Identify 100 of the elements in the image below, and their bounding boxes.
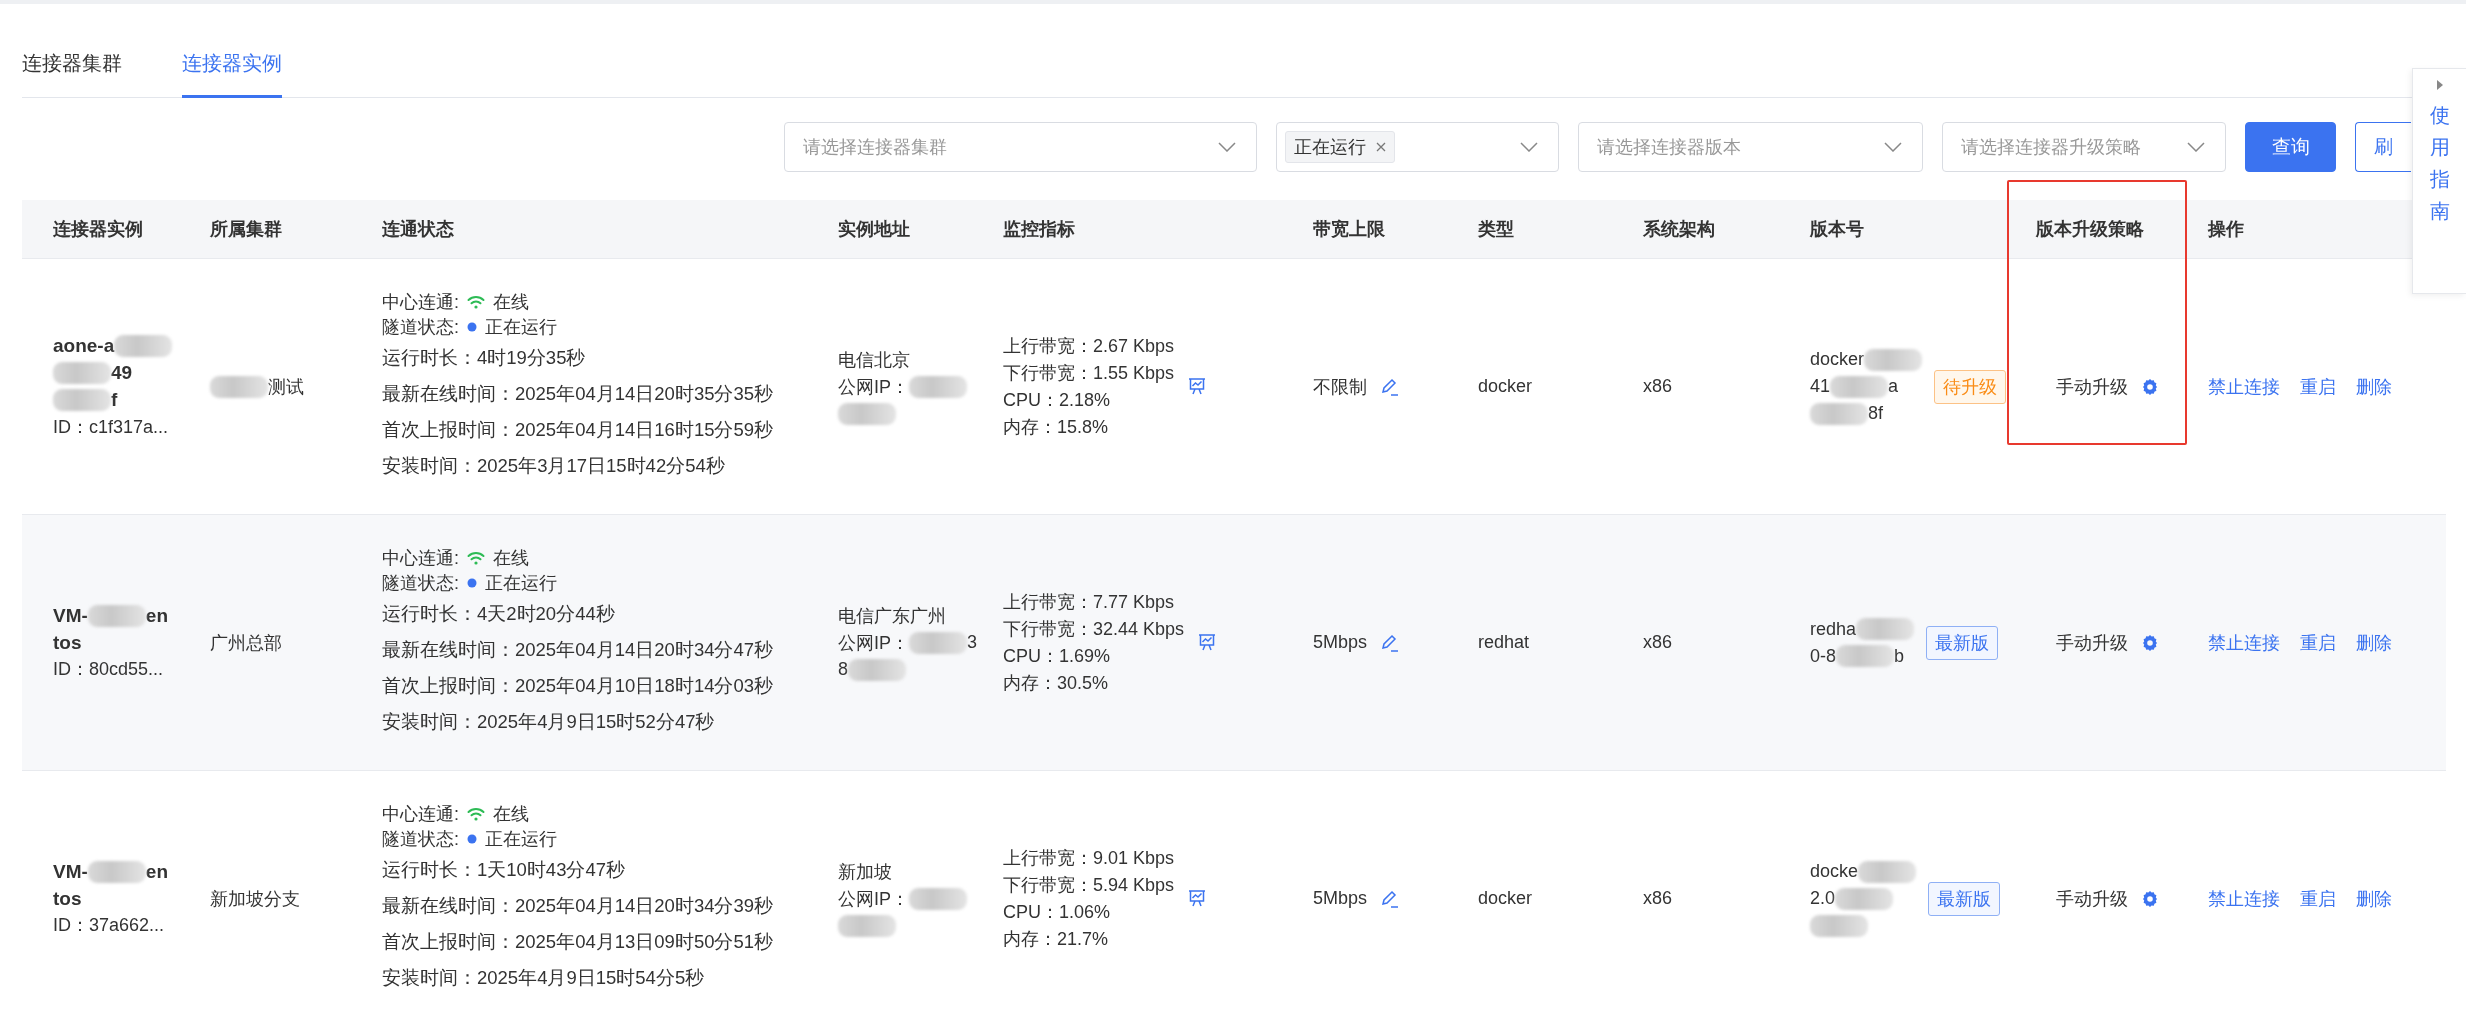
chart-icon[interactable] (1188, 890, 1207, 907)
settings-icon[interactable] (2142, 634, 2158, 651)
select-field[interactable]: 正在运行 (1276, 122, 1559, 172)
column-header: 系统架构 (1643, 218, 1715, 241)
address-text: 电信广东广州 (838, 604, 946, 628)
tab[interactable]: 连接器集群 (22, 50, 122, 98)
action-link[interactable]: 重启 (2300, 886, 2336, 911)
edit-icon[interactable] (1381, 633, 1400, 652)
action-link[interactable]: 删除 (2356, 630, 2392, 655)
column-header: 版本升级策略 (2036, 218, 2144, 241)
bandwidth-limit: 5Mbps (1313, 632, 1368, 653)
refresh-button[interactable]: 刷 (2355, 122, 2411, 172)
instance-id: ID：37a662... (53, 914, 166, 937)
chart-icon[interactable] (1188, 378, 1207, 395)
type-text: docker (1478, 376, 1533, 396)
address-text: 3 (967, 632, 977, 653)
close-icon[interactable] (1376, 142, 1386, 152)
bandwidth-limit: 不限制 (1313, 375, 1367, 399)
instance-name: aone-a (53, 335, 115, 357)
status-detail: 首次上报时间：2025年04月10日18时14分03秒 (382, 674, 775, 698)
action-link[interactable]: 禁止连接 (2208, 374, 2280, 399)
chart-icon[interactable] (1198, 634, 1217, 651)
column-header: 操作 (2208, 218, 2244, 241)
upgrade-policy: 手动升级 (2056, 375, 2128, 399)
status-detail: 最新在线时间：2025年04月14日20时34分39秒 (382, 894, 775, 918)
instance-name: tos (53, 887, 82, 910)
blurred-text (1810, 402, 1868, 425)
chevron-down-icon (1520, 142, 1538, 152)
metric-text: 下行带宽：32.44 Kbps (1003, 617, 1185, 641)
instance-name: f (111, 389, 118, 411)
version-badge: 最新版 (1926, 625, 1999, 660)
blurred-text (210, 375, 268, 398)
metric-text: 内存：15.8% (1003, 415, 1110, 439)
column-header: 连通状态 (382, 218, 454, 241)
action-link[interactable]: 禁止连接 (2208, 886, 2280, 911)
version-text: docker (1810, 349, 1865, 370)
blurred-text (909, 375, 967, 398)
blurred-text (1864, 348, 1923, 371)
arch-text: x86 (1643, 632, 1673, 652)
address-text: 公网IP： (838, 887, 909, 911)
arch-text: x86 (1643, 888, 1673, 908)
blurred-text (909, 887, 967, 910)
instance-id: ID：c1f317a... (53, 415, 170, 439)
edit-icon[interactable] (1381, 377, 1399, 396)
action-link[interactable]: 重启 (2300, 630, 2336, 655)
caret-right-icon[interactable] (2435, 79, 2444, 91)
address-text: 电信北京 (838, 348, 910, 372)
status-detail: 最新在线时间：2025年04月14日20时35分35秒 (382, 382, 775, 406)
column-header: 实例地址 (838, 218, 910, 241)
select-field[interactable]: 请选择连接器版本 (1578, 122, 1923, 172)
edit-icon[interactable] (1381, 889, 1400, 908)
action-link[interactable]: 禁止连接 (2208, 630, 2280, 655)
action-link[interactable]: 删除 (2356, 374, 2392, 399)
cluster-name: 测试 (268, 375, 304, 399)
status-detail: 安装时间：2025年3月17日15时42分54秒 (382, 454, 726, 478)
status-label: 隧道状态: (382, 828, 459, 851)
status-label: 中心连通: (382, 291, 459, 314)
select-field[interactable]: 请选择连接器升级策略 (1942, 122, 2226, 172)
blurred-text (838, 914, 896, 937)
upgrade-policy: 手动升级 (2056, 631, 2128, 655)
version-text: redha (1810, 618, 1857, 640)
metric-text: 内存：30.5% (1003, 671, 1110, 695)
settings-icon[interactable] (2142, 378, 2158, 395)
address-text: 公网IP： (838, 631, 909, 655)
metric-text: 上行带宽：2.67 Kbps (1003, 334, 1175, 358)
settings-icon[interactable] (2142, 890, 2158, 907)
status-detail: 运行时长：4天2时20分44秒 (382, 602, 616, 626)
address-text: 公网IP： (838, 375, 909, 399)
version-badge: 最新版 (1928, 881, 2001, 916)
instance-name: VM- (53, 604, 88, 627)
query-button[interactable]: 查询 (2245, 122, 2336, 172)
action-link[interactable]: 重启 (2300, 374, 2336, 399)
blurred-text (909, 631, 967, 654)
blurred-text (87, 604, 146, 627)
filter-tag: 正在运行 (1285, 131, 1395, 163)
instance-name: en (145, 860, 168, 883)
version-text: b (1894, 645, 1905, 667)
blurred-text (1810, 914, 1868, 937)
instance-name: en (145, 604, 168, 627)
version-text: 2.0 (1810, 888, 1836, 909)
status-label: 中心连通: (382, 803, 459, 826)
cluster-name: 新加坡分支 (210, 887, 300, 911)
blurred-text (1836, 645, 1894, 667)
chevron-down-icon (1218, 142, 1236, 152)
status-detail: 安装时间：2025年4月9日15时52分47秒 (382, 710, 716, 734)
upgrade-policy: 手动升级 (2056, 887, 2128, 911)
instance-name: tos (53, 631, 82, 654)
select-field[interactable]: 请选择连接器集群 (784, 122, 1257, 172)
blurred-text (838, 402, 896, 425)
tab[interactable]: 连接器实例 (182, 50, 282, 98)
column-header: 带宽上限 (1313, 218, 1385, 241)
type-text: docker (1478, 888, 1533, 908)
status-value: 正在运行 (485, 828, 557, 851)
metric-text: 上行带宽：7.77 Kbps (1003, 590, 1176, 614)
status-detail: 首次上报时间：2025年04月13日09时50分51秒 (382, 930, 775, 954)
column-header: 监控指标 (1003, 218, 1075, 241)
status-value: 在线 (493, 803, 529, 826)
blurred-text (87, 860, 146, 883)
metric-text: 下行带宽：5.94 Kbps (1003, 873, 1175, 897)
action-link[interactable]: 删除 (2356, 886, 2392, 911)
